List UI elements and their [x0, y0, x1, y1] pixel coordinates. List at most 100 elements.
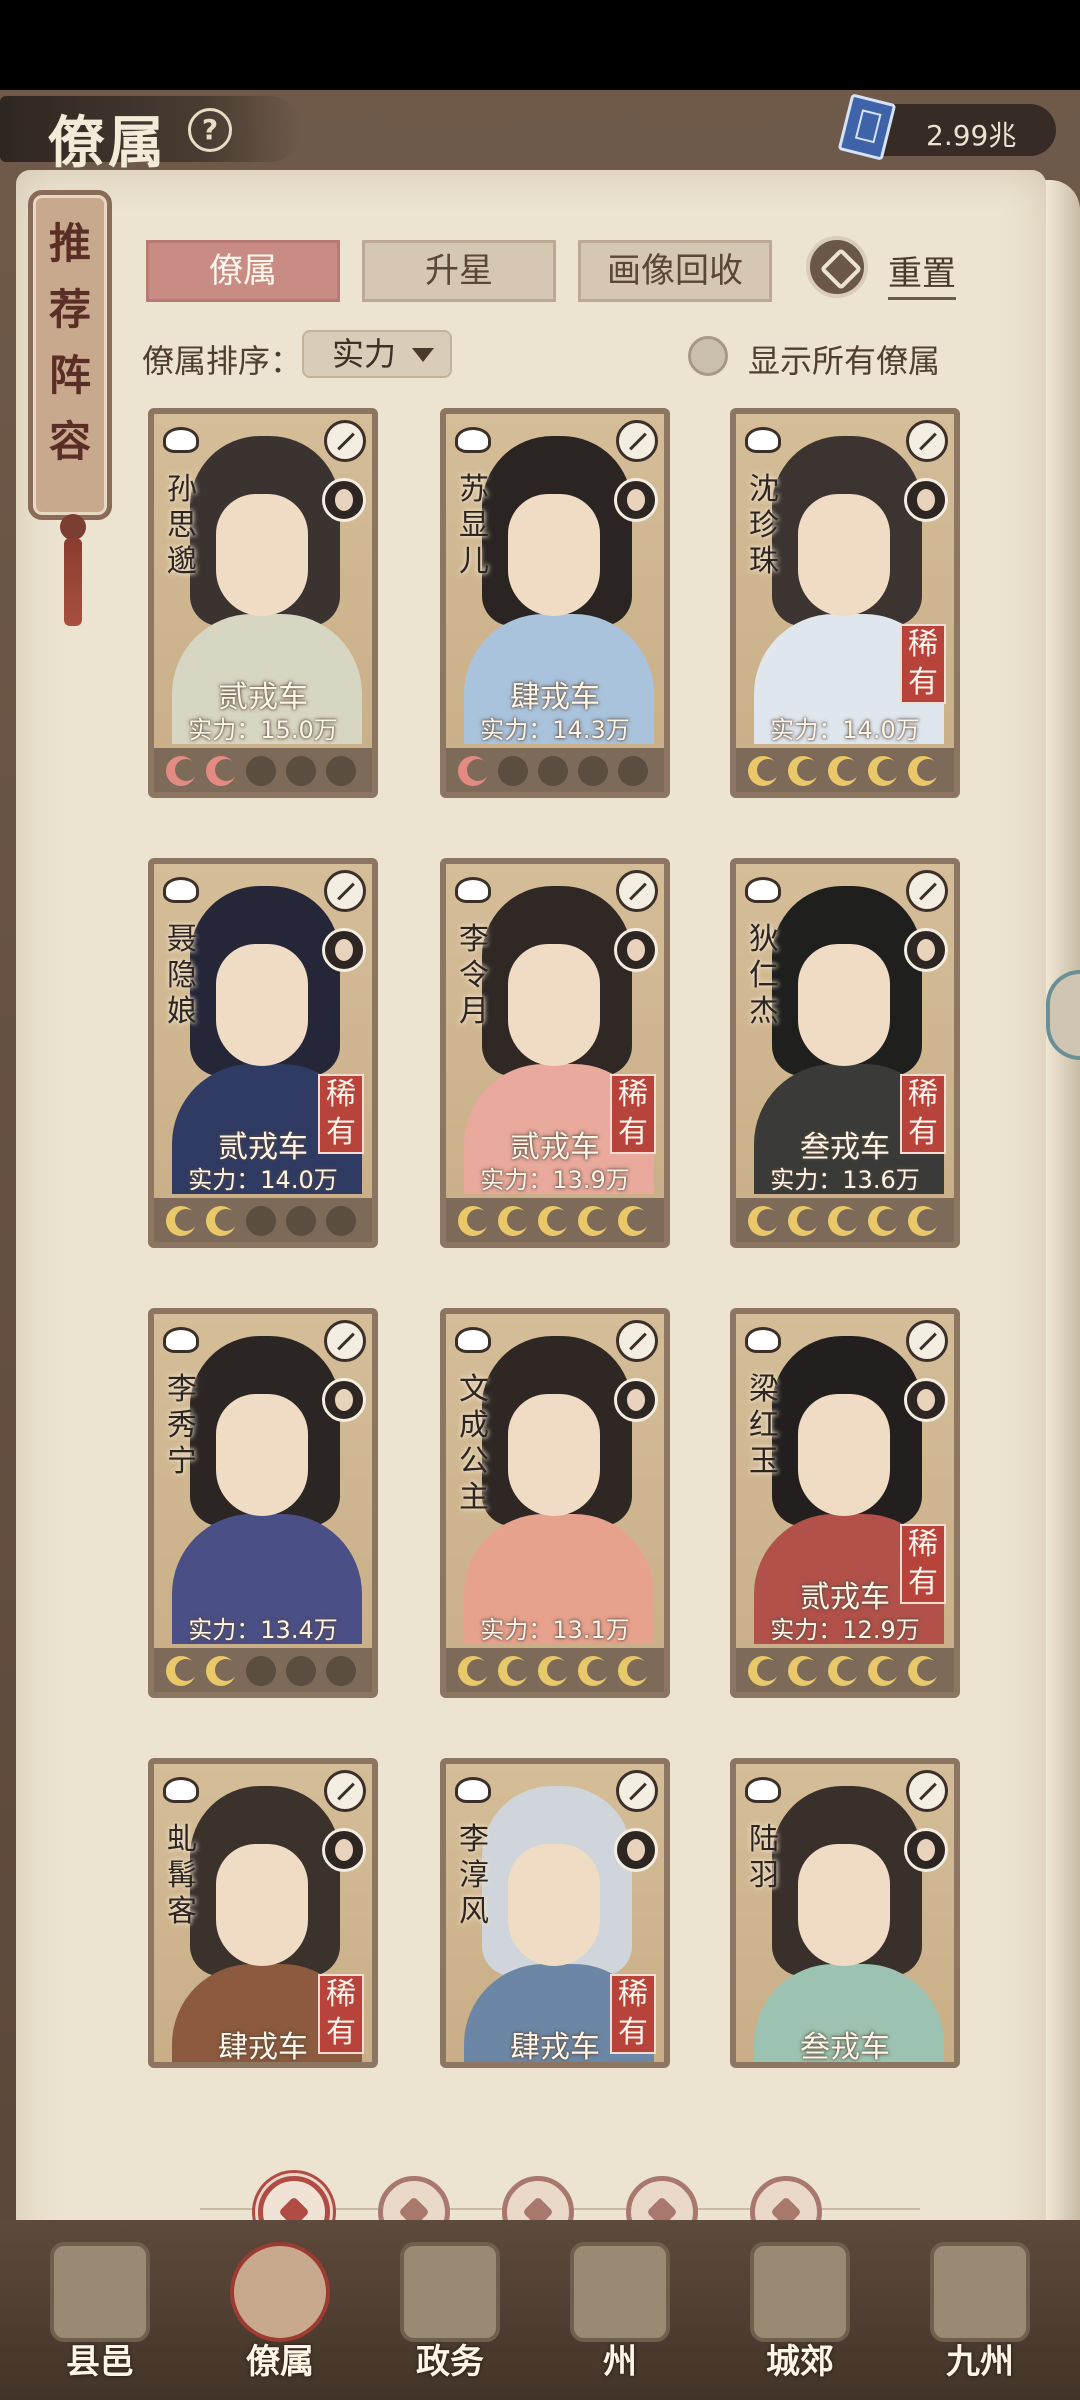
empty-star-icon	[326, 1206, 356, 1236]
class-icon	[160, 1320, 204, 1360]
moon-star-icon	[166, 756, 197, 786]
plaque-char: 推	[48, 219, 91, 268]
rare-badge: 稀有	[900, 624, 946, 704]
partner-avatar-icon	[904, 1828, 948, 1872]
plaque-char: 容	[48, 417, 91, 466]
class-icon	[452, 870, 496, 910]
portrait-face	[508, 494, 600, 616]
official-name-char: 梁	[749, 1372, 779, 1407]
official-name-char: 思	[167, 508, 197, 543]
show-all-checkbox[interactable]	[688, 336, 728, 376]
question-circle-icon[interactable]: ?	[188, 108, 232, 152]
recommended-lineup-plaque[interactable]: 推 荐 阵 容	[28, 190, 112, 520]
official-card[interactable]: 狄仁杰稀有 叁戎车 实力：13.6万	[730, 858, 960, 1248]
moon-star-icon	[828, 1656, 859, 1686]
mountain-city-icon	[570, 2242, 670, 2342]
tab-star-up[interactable]: 升星	[362, 240, 556, 302]
moon-star-icon	[868, 1206, 899, 1236]
star-level-bar	[446, 1648, 664, 1692]
official-name-char: 令	[459, 958, 489, 993]
official-card[interactable]: 梁红玉稀有 贰戎车 实力：12.9万	[730, 1308, 960, 1698]
moon-star-icon	[206, 1206, 237, 1236]
official-name: 聂隐娘	[162, 922, 202, 1030]
portrait-face	[216, 944, 308, 1066]
official-name-char: 李	[459, 1822, 489, 1857]
empty-star-icon	[578, 756, 608, 786]
moon-star-icon	[748, 1656, 779, 1686]
tab-portrait-recycle[interactable]: 画像回收	[578, 240, 772, 302]
nav-label: 州	[603, 2342, 637, 2382]
official-card[interactable]: 陆羽叁戎车	[730, 1758, 960, 2068]
empty-star-icon	[286, 1206, 316, 1236]
official-name-char: 儿	[459, 544, 489, 579]
currency-counter[interactable]: 2.99兆	[837, 93, 1056, 161]
official-card[interactable]: 孙思邈贰戎车 实力：15.0万	[148, 408, 378, 798]
official-rank: 肆戎车	[510, 2030, 600, 2065]
official-name-char: 虬	[167, 1822, 197, 1857]
official-name-char: 秀	[167, 1408, 197, 1443]
official-name-char: 髯	[167, 1858, 197, 1893]
empty-star-icon	[246, 1656, 276, 1686]
class-icon	[742, 870, 786, 910]
partner-avatar-icon	[322, 1378, 366, 1422]
official-card[interactable]: 沈珍珠稀有 实力：14.0万	[730, 408, 960, 798]
nav-item[interactable]: 政务	[370, 2230, 530, 2390]
weapon-type-icon	[616, 420, 658, 462]
official-card[interactable]: 李秀宁实力：13.4万	[148, 1308, 378, 1698]
weapon-type-icon	[616, 1770, 658, 1812]
moon-star-icon	[828, 1206, 859, 1236]
caret-down-icon	[412, 348, 434, 362]
official-power: 实力：13.6万	[770, 1166, 920, 1194]
official-name-char: 宁	[167, 1444, 197, 1479]
portrait-face	[216, 494, 308, 616]
page-title: 僚属	[48, 110, 168, 176]
scroll-map-icon	[930, 2242, 1030, 2342]
nav-label: 九州	[946, 2342, 1014, 2382]
star-level-bar	[154, 748, 372, 792]
official-name-char: 陆	[749, 1822, 779, 1857]
official-card[interactable]: 李淳风稀有 肆戎车	[440, 1758, 670, 2068]
official-name: 孙思邈	[162, 472, 202, 580]
official-name-char: 狄	[749, 922, 779, 957]
star-level-bar	[154, 1198, 372, 1242]
nav-item[interactable]: 僚属	[200, 2230, 360, 2390]
official-card[interactable]: 李令月稀有 贰戎车 实力：13.9万	[440, 858, 670, 1248]
empty-star-icon	[246, 1206, 276, 1236]
moon-star-icon	[868, 1656, 899, 1686]
class-icon	[452, 1320, 496, 1360]
official-name-char: 李	[167, 1372, 197, 1407]
nav-item[interactable]: 城郊	[720, 2230, 880, 2390]
sort-dropdown[interactable]: 实力	[302, 330, 452, 378]
sort-label: 僚属排序：	[142, 342, 303, 380]
class-icon	[742, 1770, 786, 1810]
official-rank: 肆戎车	[218, 2030, 308, 2065]
empty-star-icon	[538, 756, 568, 786]
official-card[interactable]: 虬髯客稀有 肆戎车	[148, 1758, 378, 2068]
weapon-type-icon	[906, 870, 948, 912]
moon-star-icon	[458, 1656, 489, 1686]
official-card[interactable]: 文成公主实力：13.1万	[440, 1308, 670, 1698]
moon-star-icon	[578, 1206, 609, 1236]
nav-item[interactable]: 州	[540, 2230, 700, 2390]
portrait-face	[508, 944, 600, 1066]
moon-star-icon	[458, 1206, 489, 1236]
official-card[interactable]: 苏显儿肆戎车 实力：14.3万	[440, 408, 670, 798]
moon-star-icon	[908, 1656, 939, 1686]
moon-star-icon	[868, 756, 899, 786]
official-name: 狄仁杰	[744, 922, 784, 1030]
plaque-char: 阵	[48, 351, 91, 400]
official-card[interactable]: 聂隐娘稀有 贰戎车 实力：14.0万	[148, 858, 378, 1248]
reset-button[interactable]: 重置	[806, 236, 986, 302]
moon-star-icon	[538, 1206, 569, 1236]
tab-officials[interactable]: 僚属	[146, 240, 340, 302]
class-icon	[160, 1770, 204, 1810]
star-level-bar	[446, 1198, 664, 1242]
county-gate-icon	[50, 2242, 150, 2342]
weapon-type-icon	[324, 420, 366, 462]
moon-star-icon	[498, 1206, 529, 1236]
header: 僚属 ? 2.99兆	[0, 90, 1080, 176]
nav-item[interactable]: 县邑	[20, 2230, 180, 2390]
official-power: 实力：14.3万	[480, 716, 630, 744]
official-power: 实力：14.0万	[188, 1166, 338, 1194]
nav-item[interactable]: 九州	[900, 2230, 1060, 2390]
